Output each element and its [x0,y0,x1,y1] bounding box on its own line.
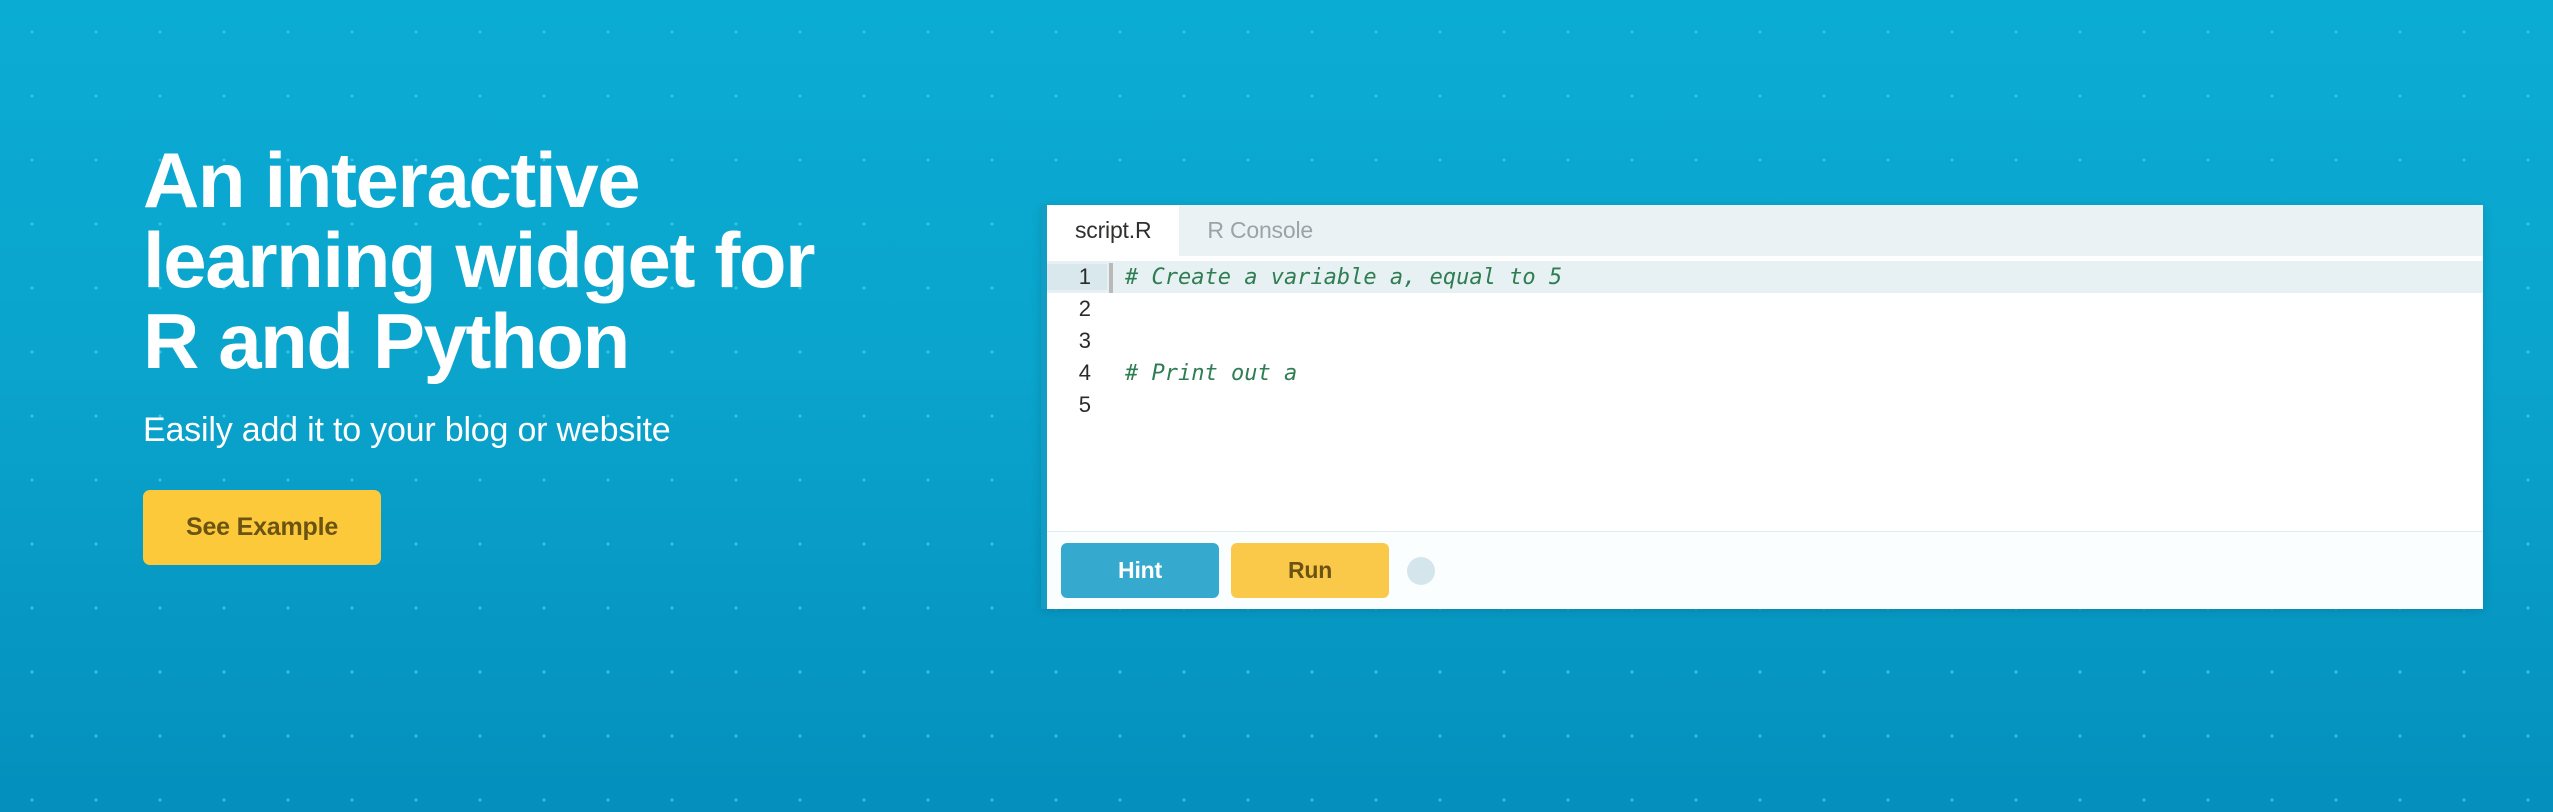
code-editor-area[interactable]: 1 # Create a variable a, equal to 5 2 3 … [1047,256,2483,531]
code-line[interactable]: 1 # Create a variable a, equal to 5 [1047,261,2483,293]
line-number: 1 [1047,264,1107,290]
code-line[interactable]: 2 [1047,293,2483,325]
tab-r-console[interactable]: R Console [1179,205,1341,256]
hero-copy-column: An interactive learning widget for R and… [143,140,1023,565]
code-line[interactable]: 5 [1047,389,2483,421]
line-number: 4 [1078,360,1091,385]
tab-r-console-label: R Console [1207,217,1313,243]
line-content: # Create a variable a, equal to 5 [1107,262,1562,293]
line-number: 2 [1078,296,1091,321]
line-number: 5 [1078,392,1091,417]
see-example-button[interactable]: See Example [143,489,382,565]
tab-script-r[interactable]: script.R [1047,205,1180,256]
page-subtitle: Easily add it to your blog or website [143,410,671,449]
code-editor-widget: script.R R Console 1 # Create a variable… [1041,205,2483,609]
hint-button[interactable]: Hint [1061,543,1219,598]
code-line[interactable]: 4 # Print out a [1047,357,2483,389]
tab-script-r-label: script.R [1075,217,1152,243]
run-button[interactable]: Run [1231,543,1389,598]
code-line[interactable]: 3 [1047,325,2483,357]
status-indicator-dot [1407,556,1435,585]
corner-decoration-shape [2463,0,2553,50]
line-number: 3 [1078,328,1091,353]
line-content: # Print out a [1125,360,1298,386]
tab-bar-filler [1340,205,2483,256]
editor-tab-bar: script.R R Console [1047,205,2483,256]
editor-footer-bar: Hint Run [1047,531,2483,609]
page-title: An interactive learning widget for R and… [143,136,816,385]
